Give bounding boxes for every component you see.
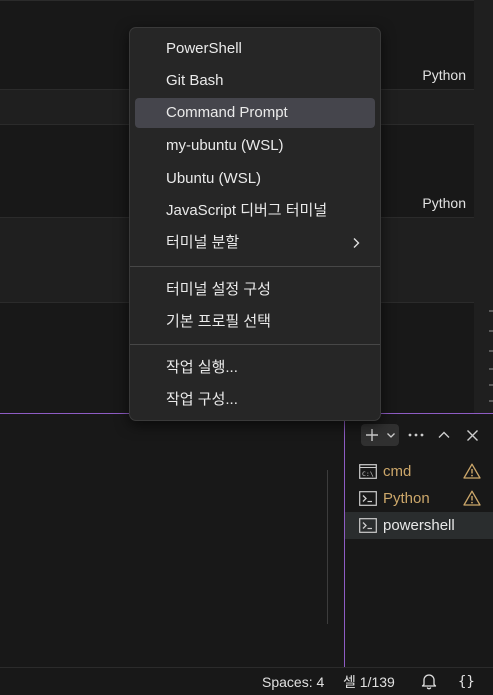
terminal-tab-python[interactable]: Python [345, 485, 493, 512]
menu-item-command-prompt[interactable]: Command Prompt [135, 98, 375, 128]
terminal-panel: C:\ cmd Python powershell [0, 413, 493, 668]
menu-item-label: 터미널 분할 [166, 234, 240, 251]
menu-item-my-ubuntu-wsl[interactable]: my-ubuntu (WSL) [135, 131, 375, 161]
warning-icon[interactable] [463, 463, 481, 483]
menu-item-configure-terminal-settings[interactable]: 터미널 설정 구성 [135, 275, 375, 305]
cmd-icon: C:\ [359, 464, 377, 480]
menu-item-javascript-debug-terminal[interactable]: JavaScript 디버그 터미널 [135, 196, 375, 226]
menu-item-split-terminal[interactable]: 터미널 분할 [135, 228, 375, 258]
terminal-tab-label: powershell [383, 517, 455, 534]
menu-separator [130, 344, 380, 345]
terminal-tab-powershell[interactable]: powershell [345, 512, 493, 539]
terminal-tab-label: cmd [383, 463, 412, 480]
terminal-tab-label: Python [383, 490, 430, 507]
terminal-split-divider [327, 470, 328, 624]
cell-language-label[interactable]: Python [422, 67, 466, 83]
bell-icon[interactable] [421, 672, 437, 690]
menu-separator [130, 266, 380, 267]
braces-icon[interactable]: {} [458, 673, 475, 691]
new-terminal-split-button[interactable] [361, 424, 399, 446]
terminal-viewport[interactable] [0, 458, 344, 668]
menu-item-run-task[interactable]: 작업 실행... [135, 353, 375, 383]
chevron-right-icon [351, 228, 361, 258]
status-bar: Spaces: 4 셀 1/139 {} [0, 667, 493, 695]
indentation-status[interactable]: Spaces: 4 [262, 673, 324, 691]
chevron-down-icon[interactable] [383, 424, 399, 446]
menu-item-git-bash[interactable]: Git Bash [135, 66, 375, 96]
menu-item-ubuntu-wsl[interactable]: Ubuntu (WSL) [135, 164, 375, 194]
new-terminal-dropdown-menu: PowerShell Git Bash Command Prompt my-ub… [129, 27, 381, 421]
ellipsis-icon[interactable] [405, 424, 427, 446]
svg-text:C:\: C:\ [362, 470, 374, 478]
close-icon[interactable] [461, 424, 483, 446]
menu-item-configure-tasks[interactable]: 작업 구성... [135, 385, 375, 415]
chevron-up-icon[interactable] [433, 424, 455, 446]
terminal-tab-list: C:\ cmd Python powershell [345, 458, 493, 539]
panel-actions [361, 424, 483, 446]
cell-position-status[interactable]: 셀 1/139 [343, 673, 395, 691]
terminal-icon [359, 491, 377, 507]
terminal-tabs-sash[interactable] [344, 414, 345, 668]
plus-icon[interactable] [361, 424, 383, 446]
terminal-icon [359, 518, 377, 534]
overview-ruler [489, 300, 493, 410]
menu-item-powershell[interactable]: PowerShell [135, 34, 375, 64]
terminal-tab-cmd[interactable]: C:\ cmd [345, 458, 493, 485]
warning-icon[interactable] [463, 490, 481, 510]
cell-language-label[interactable]: Python [422, 195, 466, 211]
menu-item-select-default-profile[interactable]: 기본 프로필 선택 [135, 307, 375, 337]
